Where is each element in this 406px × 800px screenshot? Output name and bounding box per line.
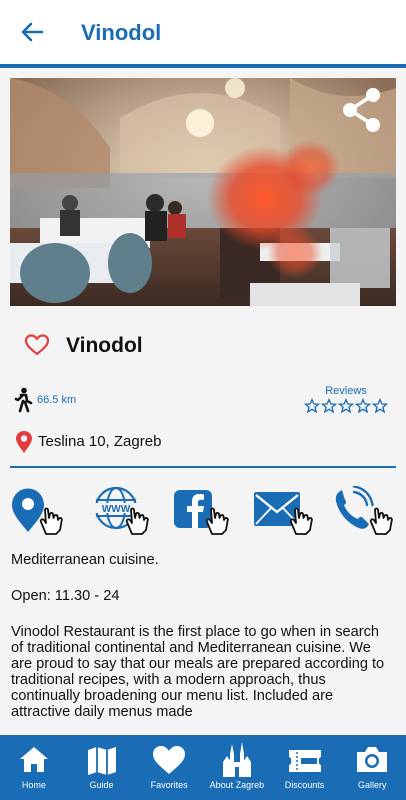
tab-home[interactable]: Home [0, 735, 68, 800]
tab-label: Gallery [357, 780, 387, 790]
home-icon [19, 747, 48, 772]
tab-gallery[interactable]: Gallery [338, 735, 406, 800]
phone-tap-icon [335, 485, 393, 535]
svg-text:WWW: WWW [102, 504, 131, 515]
envelope-tap-icon [254, 492, 313, 535]
tab-about-zagreb[interactable]: About Zagreb [203, 735, 271, 800]
star-outline-icon [303, 397, 321, 414]
page-title: Vinodol [81, 20, 162, 45]
star-outline-icon [337, 397, 355, 414]
description-text: Vinodol Restaurant is the first place to… [11, 624, 385, 720]
map-location-button[interactable] [10, 486, 74, 536]
cathedral-icon [222, 742, 251, 777]
restaurant-photo [10, 78, 396, 306]
star-outline-icon [371, 397, 389, 414]
coupon-ticket-icon [288, 750, 321, 772]
cuisine-text: Mediterranean cuisine. [11, 552, 159, 568]
email-button[interactable] [252, 486, 316, 536]
description: Mediterranean cuisine. Open: 11.30 - 24 … [11, 552, 395, 740]
tab-label: Discounts [284, 780, 325, 790]
tab-guide[interactable]: Guide [68, 735, 136, 800]
star-outline-icon [354, 397, 372, 414]
phone-button[interactable] [332, 485, 396, 536]
star-outline-icon [320, 397, 338, 414]
facebook-button[interactable] [172, 486, 236, 536]
place-name: Vinodol [66, 334, 143, 357]
map-pin-tap-icon [12, 488, 63, 535]
tab-label: About Zagreb [209, 780, 265, 790]
app-bar: Vinodol [0, 0, 406, 64]
header-divider [0, 64, 406, 68]
arrow-left-icon[interactable] [18, 18, 46, 46]
contact-actions: WWW [10, 485, 400, 536]
heart-filled-icon [153, 746, 186, 774]
tab-label: Home [21, 780, 46, 790]
folded-map-icon [87, 747, 116, 775]
section-divider [10, 466, 396, 468]
website-button[interactable]: WWW [90, 486, 154, 536]
opening-hours-text: Open: 11.30 - 24 [11, 588, 120, 604]
address-text[interactable]: Teslina 10, Zagreb [38, 433, 161, 450]
heart-outline-icon[interactable] [24, 333, 50, 357]
globe-www-tap-icon: WWW [94, 486, 149, 535]
camera-icon [357, 747, 388, 772]
restaurant-interior-image [10, 78, 396, 306]
distance-text: 66.5 km [37, 394, 77, 406]
place-name-row: Vinodol [0, 330, 406, 362]
walking-person-icon [14, 387, 33, 413]
tab-label: Guide [89, 780, 114, 790]
share-icon[interactable] [340, 84, 384, 136]
tab-label: Favorites [150, 780, 188, 790]
tab-discounts[interactable]: Discounts [271, 735, 339, 800]
rating-stars[interactable] [303, 397, 389, 414]
bottom-tab-bar: Home Guide Favorites About Zagreb Discou… [0, 735, 406, 800]
reviews-label[interactable]: Reviews [306, 385, 386, 397]
facebook-tap-icon [174, 490, 229, 535]
location-pin-icon [16, 431, 32, 453]
tab-favorites[interactable]: Favorites [135, 735, 203, 800]
